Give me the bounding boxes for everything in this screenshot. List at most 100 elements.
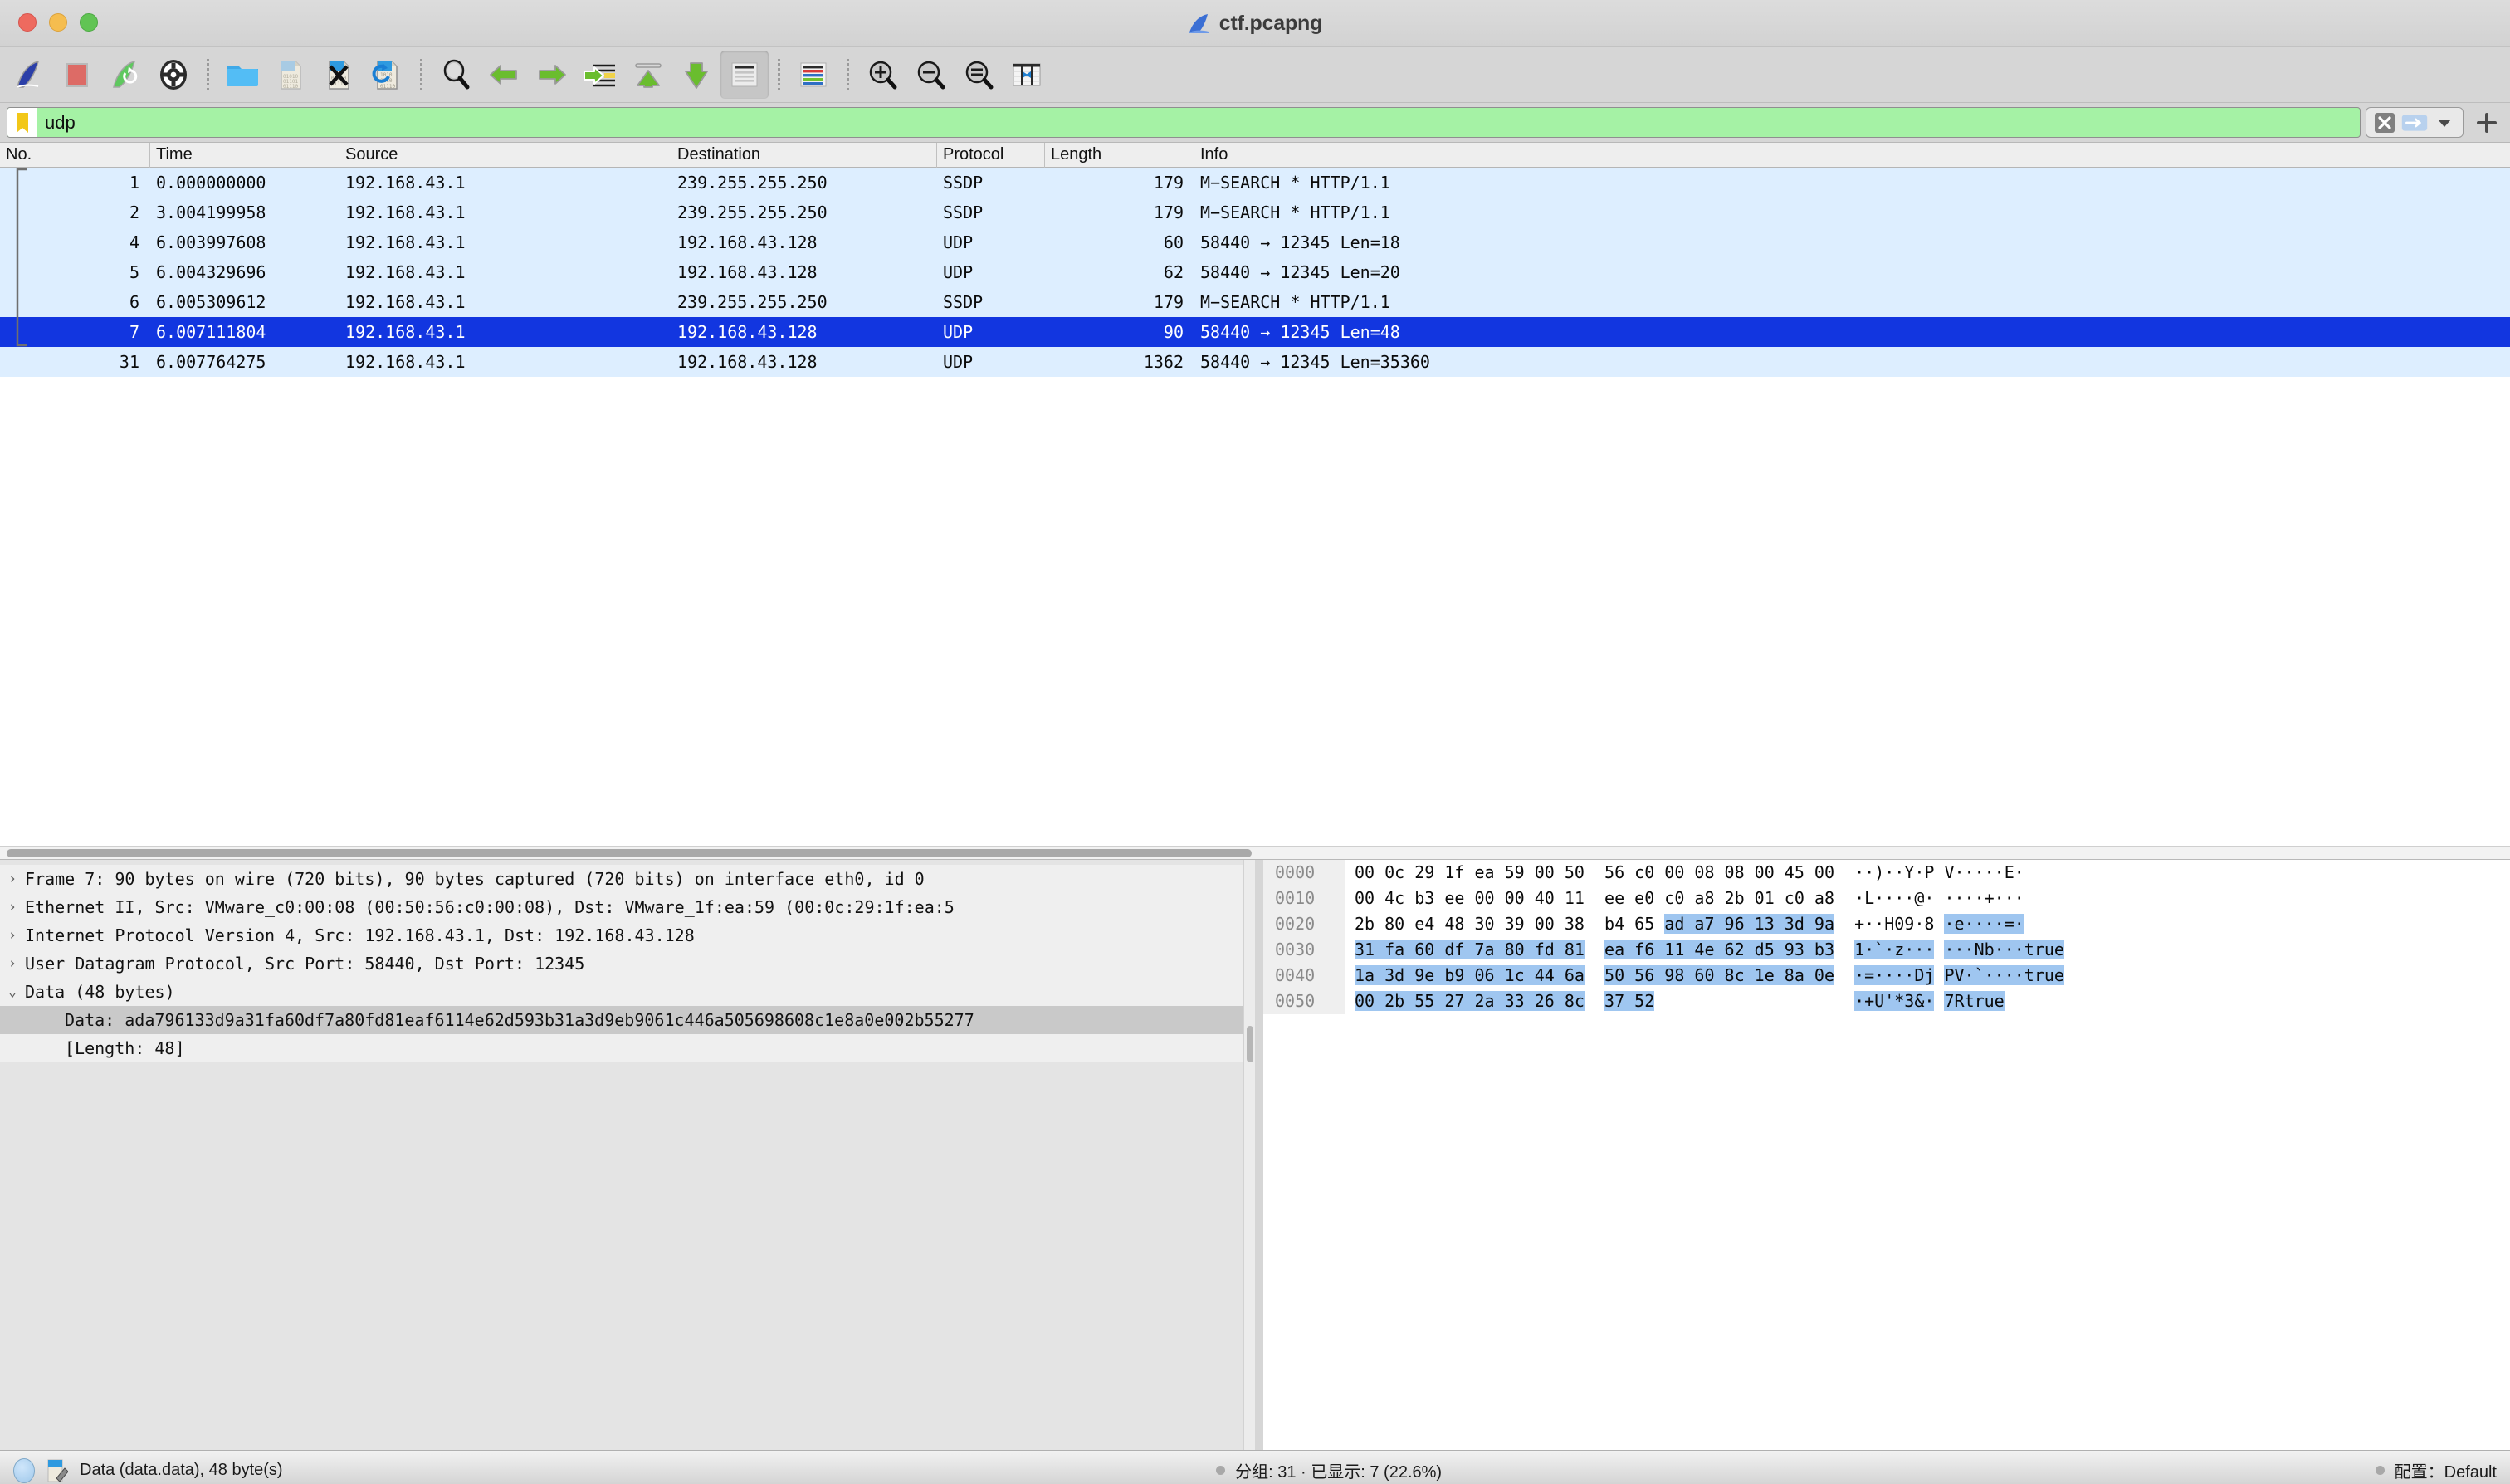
column-header-length[interactable]: Length <box>1044 143 1194 168</box>
close-file-button[interactable]: 01010 01110 <box>315 51 363 99</box>
go-back-button[interactable] <box>480 51 528 99</box>
window-controls[interactable] <box>18 13 98 32</box>
go-to-first-button[interactable] <box>624 51 672 99</box>
wireshark-fin-icon <box>1189 13 1209 33</box>
toolbar-separator <box>847 59 849 90</box>
close-window-button[interactable] <box>18 13 37 32</box>
packet-list-row[interactable]: 2 3.004199958 192.168.43.1 239.255.255.250 S… <box>0 198 2510 227</box>
packet-list-row[interactable]: 5 6.004329696 192.168.43.1 192.168.43.128 UD… <box>0 257 2510 287</box>
hex-bytes: 00 4c b3 ee 00 00 40 11 ee e0 c0 a8 2b 0… <box>1345 886 1854 911</box>
open-file-button[interactable] <box>218 51 266 99</box>
packet-list-row[interactable]: 7 6.007111804 192.168.43.1 192.168.43.128 UD… <box>0 317 2510 347</box>
reload-file-button[interactable]: 1010 0110 01110 <box>363 51 411 99</box>
packet-list-row[interactable]: 1 0.000000000 192.168.43.1 239.255.255.250 S… <box>0 168 2510 198</box>
maximize-window-button[interactable] <box>80 13 98 32</box>
filter-history-dropdown[interactable] <box>2431 111 2458 134</box>
restart-capture-button[interactable] <box>101 51 149 99</box>
status-left-group: Data (data.data), 48 byte(s) <box>13 1457 283 1483</box>
chevron-right-icon[interactable]: › <box>0 955 25 972</box>
packet-list-pane[interactable]: No. Time Source Destination Protocol Len… <box>0 142 2510 859</box>
detail-tree-row[interactable]: › Frame 7: 90 bytes on wire (720 bits), 9… <box>0 865 1255 893</box>
packet-list-row[interactable]: 31 6.007764275 192.168.43.1 192.168.43.128 U… <box>0 347 2510 377</box>
hex-dump-row[interactable]: 0010 00 4c b3 ee 00 00 40 11 ee e0 c0 a8 … <box>1263 886 2510 911</box>
capture-options-button[interactable] <box>149 51 198 99</box>
chevron-right-icon[interactable]: › <box>0 899 25 915</box>
packet-cell-time: 0.000000000 <box>156 173 266 193</box>
resize-columns-button[interactable] <box>1003 51 1051 99</box>
apply-arrow-icon <box>2401 114 2428 131</box>
stop-square-icon <box>66 63 88 87</box>
add-filter-button-column[interactable] <box>2470 107 2503 138</box>
colorize-button[interactable] <box>789 51 837 99</box>
column-header-source[interactable]: Source <box>339 143 671 168</box>
packet-cell-no: 6 <box>129 292 139 312</box>
capture-comment-icon[interactable] <box>46 1458 68 1483</box>
display-filter-input[interactable] <box>37 108 2360 137</box>
go-to-last-button[interactable] <box>672 51 720 99</box>
detail-tree-row[interactable]: [Length: 48] <box>0 1034 1255 1062</box>
hex-dump-row[interactable]: 0000 00 0c 29 1f ea 59 00 50 56 c0 00 08 … <box>1263 860 2510 886</box>
toolbar-separator <box>207 59 209 90</box>
zoom-reset-button[interactable] <box>955 51 1003 99</box>
packet-detail-tree[interactable]: › Frame 7: 90 bytes on wire (720 bits), 9… <box>0 860 1255 1062</box>
packet-cell-info: 58440 → 12345 Len=18 <box>1200 232 1400 252</box>
packet-detail-vscrollbar[interactable] <box>1243 860 1255 1450</box>
packet-cell-no: 2 <box>129 203 139 222</box>
expert-info-icon[interactable] <box>13 1457 35 1483</box>
bookmark-icon <box>16 112 28 133</box>
packet-cell-info: M−SEARCH * HTTP/1.1 <box>1200 173 1390 193</box>
zoom-out-button[interactable] <box>906 51 955 99</box>
hex-dump-row[interactable]: 0040 1a 3d 9e b9 06 1c 44 6a 50 56 98 60 … <box>1263 963 2510 989</box>
filter-bookmark-button[interactable] <box>7 108 37 137</box>
go-to-packet-button[interactable] <box>576 51 624 99</box>
packet-detail-pane[interactable]: › Frame 7: 90 bytes on wire (720 bits), 9… <box>0 860 1255 1450</box>
find-packet-button[interactable] <box>432 51 480 99</box>
auto-scroll-button[interactable] <box>720 51 769 99</box>
apply-filter-button[interactable] <box>2401 111 2428 134</box>
go-forward-button[interactable] <box>528 51 576 99</box>
status-profile-text[interactable]: 配置：Default <box>2395 1458 2497 1482</box>
column-header-info[interactable]: Info <box>1194 143 2510 168</box>
detail-tree-row[interactable]: › Internet Protocol Version 4, Src: 192.1… <box>0 921 1255 949</box>
hex-offset: 0040 <box>1263 963 1345 989</box>
column-header-destination[interactable]: Destination <box>671 143 936 168</box>
packet-list-rows[interactable]: 1 0.000000000 192.168.43.1 239.255.255.250 S… <box>0 168 2510 377</box>
column-header-no[interactable]: No. <box>0 143 149 168</box>
detail-tree-row[interactable]: Data: ada796133d9a31fa60df7a80fd81eaf611… <box>0 1006 1255 1034</box>
packet-detail-vscroll-thumb[interactable] <box>1247 1026 1253 1062</box>
pane-splitter[interactable] <box>1255 860 1263 1450</box>
packet-list-hscrollbar[interactable] <box>0 846 2510 859</box>
hex-dump-row[interactable]: 0030 31 fa 60 df 7a 80 fd 81 ea f6 11 4e … <box>1263 937 2510 963</box>
display-filter-bar[interactable] <box>0 103 2510 142</box>
chevron-right-icon[interactable]: › <box>0 927 25 944</box>
packet-list-row[interactable]: 4 6.003997608 192.168.43.1 192.168.43.128 UD… <box>0 227 2510 257</box>
main-toolbar[interactable]: 01010 01101 01110 01010 01110 1010 0110 … <box>0 47 2510 103</box>
detail-tree-row[interactable]: › Ethernet II, Src: VMware_c0:00:08 (00:5… <box>0 893 1255 921</box>
hex-ascii-right-highlight: true <box>2024 940 2064 959</box>
hex-dump[interactable]: 0000 00 0c 29 1f ea 59 00 50 56 c0 00 08 … <box>1263 860 2510 1014</box>
hex-bytes-right: b4 65 <box>1604 914 1665 934</box>
save-file-button[interactable]: 01010 01101 01110 <box>266 51 315 99</box>
stop-capture-button[interactable] <box>53 51 101 99</box>
status-right-group[interactable]: 配置：Default <box>2375 1458 2497 1482</box>
chevron-right-icon[interactable]: › <box>0 871 25 887</box>
packet-list-row[interactable]: 6 6.005309612 192.168.43.1 239.255.255.250 S… <box>0 287 2510 317</box>
hex-dump-row[interactable]: 0050 00 2b 55 27 2a 33 26 8c 37 52 ·+U'*3… <box>1263 989 2510 1014</box>
detail-tree-row[interactable]: ⌄ Data (48 bytes) <box>0 978 1255 1006</box>
hex-bytes-right: 56 c0 00 08 08 00 45 00 <box>1604 862 1834 882</box>
hex-dump-row[interactable]: 0020 2b 80 e4 48 30 39 00 38 b4 65 ad a7 … <box>1263 911 2510 937</box>
detail-tree-row[interactable]: › User Datagram Protocol, Src Port: 58440… <box>0 949 1255 978</box>
chevron-down-icon[interactable]: ⌄ <box>0 984 25 1000</box>
filter-action-group[interactable] <box>2366 107 2464 138</box>
packet-cell-info: M−SEARCH * HTTP/1.1 <box>1200 203 1390 222</box>
minimize-window-button[interactable] <box>49 13 67 32</box>
display-filter-field[interactable] <box>7 107 2361 138</box>
column-header-protocol[interactable]: Protocol <box>936 143 1044 168</box>
start-capture-button[interactable] <box>5 51 53 99</box>
packet-bytes-pane[interactable]: 0000 00 0c 29 1f ea 59 00 50 56 c0 00 08 … <box>1263 860 2510 1450</box>
zoom-in-button[interactable] <box>858 51 906 99</box>
column-header-time[interactable]: Time <box>149 143 339 168</box>
clear-filter-button[interactable] <box>2371 111 2398 134</box>
packet-list-hscroll-thumb[interactable] <box>7 849 1252 857</box>
packet-list-header[interactable]: No. Time Source Destination Protocol Len… <box>0 143 2510 168</box>
